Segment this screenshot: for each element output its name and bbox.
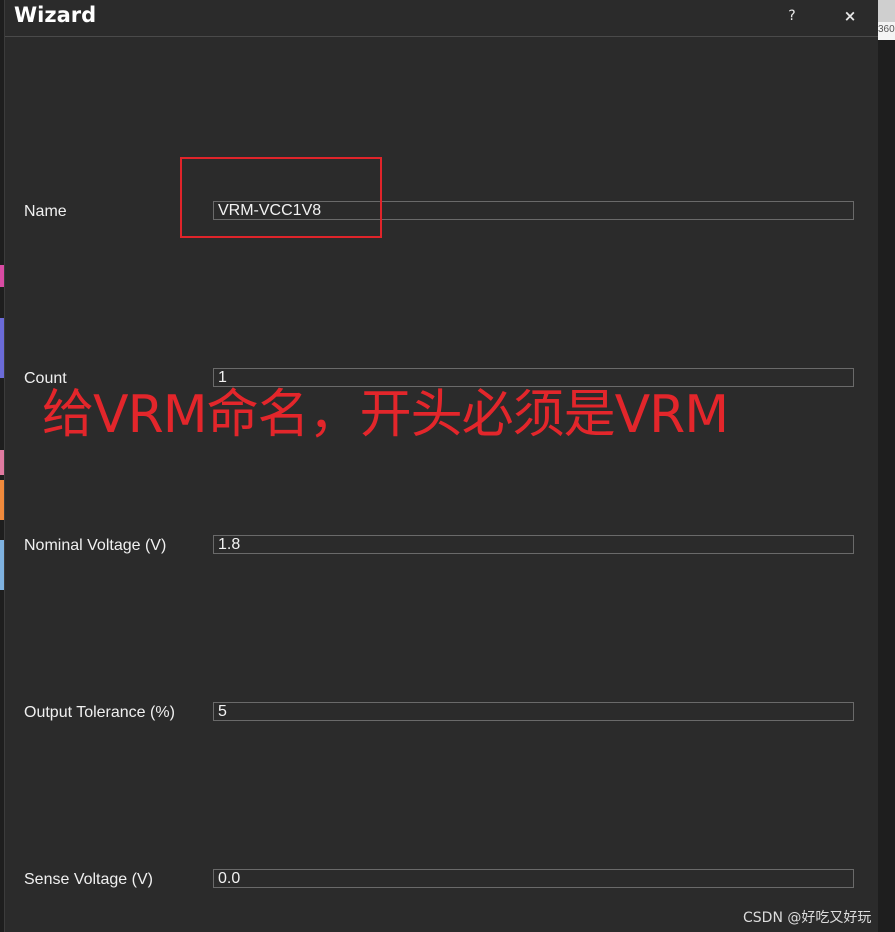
background-ruler-number: 360 [878,24,895,35]
help-button[interactable]: ? [779,4,805,28]
sense-voltage-label: Sense Voltage (V) [24,871,153,888]
watermark: CSDN @好吃又好玩 [743,910,872,926]
output-tolerance-label: Output Tolerance (%) [24,704,175,721]
nominal-voltage-label: Nominal Voltage (V) [24,537,167,554]
close-button[interactable]: × [837,4,863,28]
output-tolerance-input[interactable] [213,702,854,721]
name-label: Name [24,203,67,220]
wizard-dialog: Wizard ? × Name Count Nominal Voltage (V… [4,0,879,932]
background-toolbar [878,0,895,22]
background-canvas [878,40,895,932]
sense-voltage-input[interactable] [213,869,854,888]
annotation-text: 给VRM命名，开头必须是VRM [42,385,729,445]
window-title: Wizard [14,3,97,27]
name-field-highlight-box [180,157,382,238]
nominal-voltage-input[interactable] [213,535,854,554]
background-window-right-edge: 360 [878,0,895,932]
title-bar: Wizard ? × [5,0,878,37]
